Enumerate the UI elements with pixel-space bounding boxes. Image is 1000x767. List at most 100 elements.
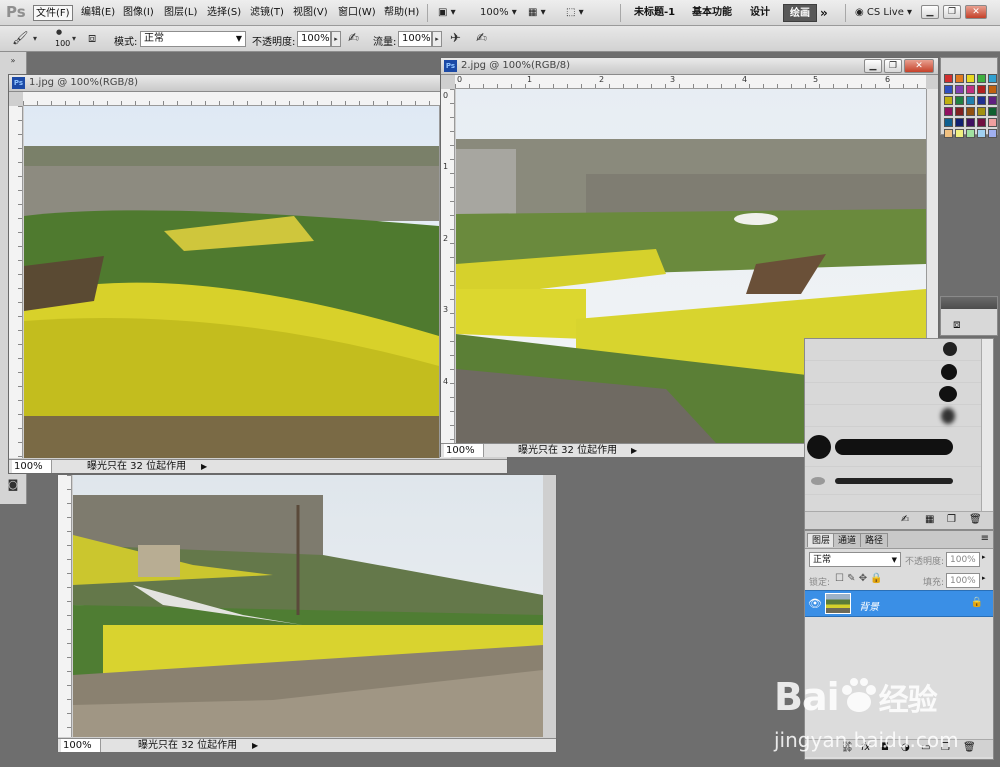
color-swatch[interactable]	[955, 107, 964, 116]
screen-mode-icon[interactable]: ▣ ▾	[438, 4, 456, 22]
flow-slider-toggle[interactable]: ▸	[432, 31, 442, 47]
status-menu-arrow[interactable]: ▶	[201, 460, 207, 473]
panel-menu-icon[interactable]: ≡	[981, 533, 989, 544]
cs-live-button[interactable]: ◉ CS Live ▾	[855, 4, 912, 22]
canvas-3[interactable]	[73, 475, 543, 737]
color-swatch[interactable]	[955, 85, 964, 94]
minimize-icon[interactable]: ▁	[921, 5, 939, 19]
menu-view[interactable]: 视图(V)	[291, 5, 330, 21]
brush-preset[interactable]	[805, 405, 993, 427]
layer-row-background[interactable]: 👁 背景 🔒	[805, 590, 993, 617]
color-swatch[interactable]	[988, 107, 997, 116]
color-swatch[interactable]	[944, 107, 953, 116]
zoom-input[interactable]: 100%	[444, 444, 484, 457]
new-brush-icon[interactable]: ❐	[947, 514, 956, 525]
menu-help[interactable]: 帮助(H)	[382, 5, 421, 21]
close-icon[interactable]: ✕	[965, 5, 987, 19]
menu-select[interactable]: 选择(S)	[205, 5, 243, 21]
menu-image[interactable]: 图像(I)	[121, 5, 156, 21]
status-menu-arrow[interactable]: ▶	[252, 739, 258, 752]
menu-filter[interactable]: 滤镜(T)	[248, 5, 286, 21]
menu-window[interactable]: 窗口(W)	[336, 5, 378, 21]
document-window-1[interactable]: Ps 1.jpg @ 100%(RGB/8) 100% 曝光只在 32 位起作用…	[8, 74, 508, 474]
brush-panel-scrollbar[interactable]	[981, 339, 993, 511]
color-swatch[interactable]	[966, 118, 975, 127]
status-text[interactable]: 曝光只在 32 位起作用	[138, 739, 237, 752]
color-swatch[interactable]	[977, 129, 986, 138]
workspace-essentials[interactable]: 基本功能	[692, 4, 732, 22]
color-swatch[interactable]	[966, 74, 975, 83]
color-swatch[interactable]	[966, 85, 975, 94]
opacity-slider-toggle[interactable]: ▸	[331, 31, 341, 47]
menu-edit[interactable]: 编辑(E)	[79, 5, 117, 21]
document-window-3[interactable]: 100% 曝光只在 32 位起作用 ▶	[57, 474, 557, 752]
fill-input[interactable]: 100%	[946, 573, 980, 588]
status-text[interactable]: 曝光只在 32 位起作用	[87, 460, 186, 473]
brush-preset[interactable]	[805, 361, 993, 383]
color-swatch[interactable]	[944, 118, 953, 127]
workspace-design[interactable]: 设计	[750, 4, 770, 22]
tab-paths[interactable]: 路径	[860, 533, 889, 547]
color-swatch[interactable]	[977, 107, 986, 116]
opacity-slider-toggle[interactable]: ▸	[982, 553, 986, 561]
minimize-icon[interactable]: ▁	[864, 59, 882, 73]
doc-titlebar[interactable]: Ps 1.jpg @ 100%(RGB/8)	[9, 75, 507, 92]
quick-mask-icon[interactable]: ◙	[5, 478, 21, 492]
collapse-icon[interactable]: »	[5, 56, 21, 70]
fill-slider-toggle[interactable]: ▸	[982, 574, 986, 582]
color-swatch[interactable]	[944, 74, 953, 83]
color-swatch[interactable]	[955, 118, 964, 127]
zoom-level-menu[interactable]: 100% ▾	[480, 4, 517, 22]
opacity-input[interactable]: 100%	[297, 31, 331, 47]
dropdown-icon[interactable]: ▾	[33, 31, 37, 47]
brush-preset-icon[interactable]: ●	[56, 28, 62, 36]
color-swatch[interactable]	[944, 96, 953, 105]
color-swatch[interactable]	[944, 85, 953, 94]
layer-name[interactable]: 背景	[859, 598, 879, 613]
color-swatch[interactable]	[966, 96, 975, 105]
color-swatch[interactable]	[977, 74, 986, 83]
color-swatch[interactable]	[977, 85, 986, 94]
mode-select[interactable]: 正常 ▼	[140, 31, 246, 47]
color-swatch[interactable]	[966, 129, 975, 138]
color-swatch[interactable]	[988, 129, 997, 138]
close-icon[interactable]: ✕	[904, 59, 934, 73]
zoom-input[interactable]: 100%	[61, 739, 101, 752]
brush-tool-icon[interactable]: 🖌	[12, 31, 29, 47]
layer-opacity-input[interactable]: 100%	[946, 552, 980, 567]
menu-layer[interactable]: 图层(L)	[162, 5, 199, 21]
brush-preset[interactable]	[805, 339, 993, 361]
eye-visibility-icon[interactable]: 👁	[808, 597, 822, 610]
brush-preset[interactable]	[805, 427, 993, 467]
dropdown-icon[interactable]: ▾	[72, 31, 76, 47]
color-swatch[interactable]	[977, 118, 986, 127]
canvas-1[interactable]	[24, 106, 439, 458]
tab-layers[interactable]: 图层	[807, 533, 836, 547]
flow-input[interactable]: 100%	[398, 31, 432, 47]
color-swatch[interactable]	[955, 129, 964, 138]
color-swatch[interactable]	[988, 118, 997, 127]
doc-titlebar[interactable]: Ps 2.jpg @ 100%(RGB/8) ▁ ❐ ✕	[441, 58, 938, 75]
color-swatch[interactable]	[955, 74, 964, 83]
brush-panel-toggle-icon[interactable]: ⧈	[88, 31, 96, 47]
color-swatch[interactable]	[988, 85, 997, 94]
restore-icon[interactable]: ❐	[884, 59, 902, 73]
workspace-painting[interactable]: 绘画	[783, 4, 817, 22]
color-swatch[interactable]	[955, 96, 964, 105]
more-workspaces-button[interactable]: »	[820, 4, 828, 22]
brush-toggle-icon[interactable]: ✍	[901, 514, 909, 525]
color-swatch[interactable]	[966, 107, 975, 116]
color-swatch[interactable]	[988, 96, 997, 105]
color-swatch[interactable]	[988, 74, 997, 83]
extras-icon[interactable]: ⬚ ▾	[566, 4, 584, 22]
brush-preset[interactable]	[805, 467, 993, 495]
status-text[interactable]: 曝光只在 32 位起作用	[518, 444, 617, 457]
arrange-icon[interactable]: ▦ ▾	[528, 4, 546, 22]
blend-mode-select[interactable]: 正常 ▼	[809, 552, 901, 567]
tab-channels[interactable]: 通道	[833, 533, 862, 547]
airbrush-icon[interactable]: ✈	[450, 31, 461, 47]
color-swatch[interactable]	[944, 129, 953, 138]
status-menu-arrow[interactable]: ▶	[631, 444, 637, 457]
brush-preset[interactable]	[805, 383, 993, 405]
grid-icon[interactable]: ▦	[925, 514, 934, 525]
